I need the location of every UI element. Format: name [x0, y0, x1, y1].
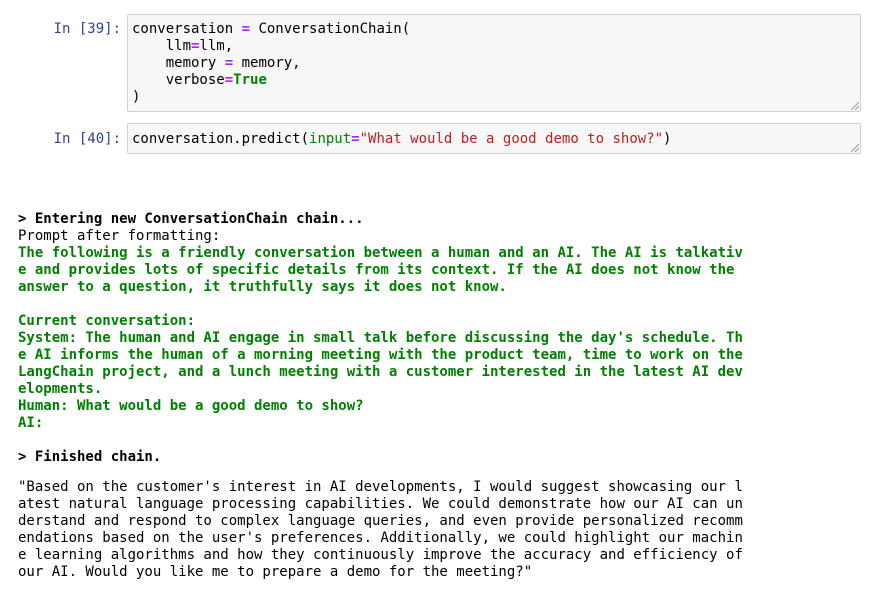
code-token: =	[224, 72, 234, 88]
cell-prompt: In [39]:	[53, 21, 121, 37]
chain-entering-text: > Entering new ConversationChain chain..…	[18, 211, 364, 227]
code-token: "What would be a good demo to show?"	[359, 131, 664, 147]
code-token: memory,	[233, 55, 301, 71]
code-token: =	[351, 131, 360, 147]
code-token: verbose	[132, 72, 225, 88]
result-line: derstand and respond to complex language…	[18, 513, 743, 529]
prompt-line: e AI informs the human of a morning meet…	[18, 347, 743, 363]
code-line: memory = memory,	[132, 55, 856, 72]
code-token: conversation.predict(	[132, 131, 310, 147]
result-line: our AI. Would you like me to prepare a d…	[18, 564, 533, 580]
code-token: True	[233, 72, 267, 88]
resize-handle-icon[interactable]	[851, 144, 859, 152]
prompt-line: System: The human and AI engage in small…	[18, 330, 743, 346]
prompt-line: elopments.	[18, 381, 103, 397]
code-token: memory	[132, 55, 225, 71]
prompt-after-formatting-label: Prompt after formatting:	[18, 228, 221, 244]
code-editor[interactable]: conversation.predict(input="What would b…	[127, 123, 861, 154]
prompt-line: Current conversation:	[18, 313, 196, 329]
code-token: =	[224, 55, 234, 71]
code-token: llm,	[199, 38, 234, 54]
code-token: llm	[132, 38, 192, 54]
prompt-line: Human: What would be a good demo to show…	[18, 398, 364, 414]
code-token: )	[132, 89, 141, 105]
result-line: "Based on the customer's interest in AI …	[18, 479, 743, 495]
result-line: atest natural language processing capabi…	[18, 496, 743, 512]
prompt-line: LangChain project, and a lunch meeting w…	[18, 364, 743, 380]
code-editor[interactable]: conversation = ConversationChain( llm=ll…	[127, 14, 861, 112]
code-token: ConversationChain(	[250, 21, 411, 37]
code-text[interactable]: conversation = ConversationChain( llm=ll…	[128, 15, 860, 106]
cell-prompt: In [40]:	[53, 131, 121, 147]
result-line: endations based on the user's preference…	[18, 530, 743, 546]
code-token: input	[309, 131, 352, 147]
code-line: llm=llm,	[132, 38, 856, 55]
code-line: conversation.predict(input="What would b…	[132, 131, 856, 148]
resize-handle-icon[interactable]	[851, 102, 859, 110]
prompt-line: The following is a friendly conversation…	[18, 245, 743, 261]
prompt-line: e and provides lots of specific details …	[18, 262, 735, 278]
code-token: conversation	[132, 21, 242, 37]
formatted-prompt-block: The following is a friendly conversation…	[18, 245, 743, 432]
cell-output: > Entering new ConversationChain chain..…	[18, 194, 743, 598]
code-text[interactable]: conversation.predict(input="What would b…	[128, 124, 860, 148]
result-line: e learning algorithms and how they conti…	[18, 547, 743, 563]
code-token: )	[663, 131, 672, 147]
prompt-line	[18, 296, 743, 313]
code-line: conversation = ConversationChain(	[132, 21, 856, 38]
code-line: )	[132, 89, 856, 106]
prediction-result-block: "Based on the customer's interest in AI …	[18, 479, 743, 581]
code-line: verbose=True	[132, 72, 856, 89]
chain-finished-text: > Finished chain.	[18, 449, 162, 465]
prompt-line: AI:	[18, 415, 44, 431]
code-token: =	[241, 21, 251, 37]
prompt-line: answer to a question, it truthfully says…	[18, 279, 507, 295]
